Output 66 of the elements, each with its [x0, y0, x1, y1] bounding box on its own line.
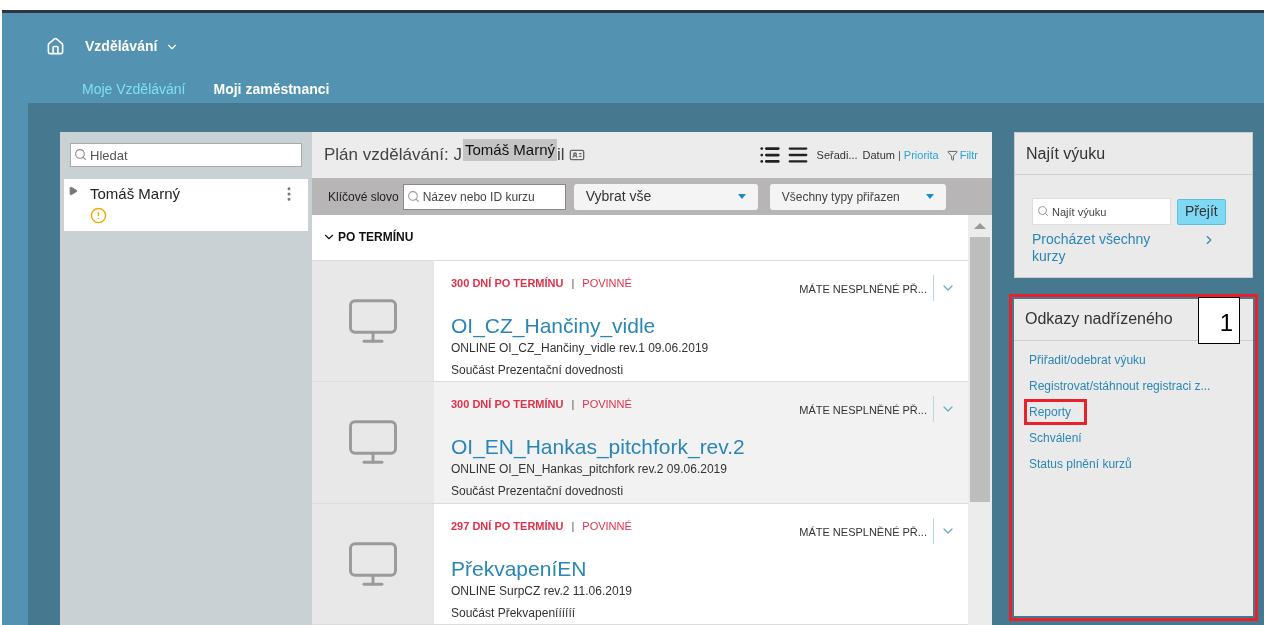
course-title[interactable]: PřekvapeníEN [451, 555, 956, 582]
expand-arrow-icon[interactable] [68, 186, 78, 196]
assignment-type-dropdown[interactable]: Všechny typy přiřazen [769, 183, 946, 210]
separator: | [571, 397, 575, 413]
sort-option[interactable]: Datum [862, 146, 895, 164]
status-label: MÁTE NESPLNĚNÉ PŘ... [799, 281, 927, 297]
search-icon [74, 148, 87, 161]
course-title[interactable]: OI_EN_Hankas_pitchfork_rev.2 [451, 434, 956, 461]
course-part-of: Součást Prezentační dovednosti [451, 483, 625, 501]
tab[interactable]: Moji zaměstnanci [213, 78, 330, 100]
keyword-label: Klíčové slovo [328, 188, 399, 206]
employee-name: Tomáš Marný [90, 184, 182, 204]
overdue-label: 297 DNÍ PO TERMÍNU [451, 518, 564, 534]
course-title[interactable]: OI_CZ_Hančiny_vidle [451, 312, 956, 340]
course-details: ONLINE OI_EN_Hankas_pitchfork rev.2 09.06.2019 [451, 461, 728, 479]
required-label: POVINNÉ [582, 397, 632, 413]
search-field[interactable]: Hledat [70, 143, 302, 167]
employee-item[interactable]: Tomáš Marný [64, 179, 308, 231]
overdue-label: 300 DNÍ PO TERMÍNU [451, 275, 564, 291]
course-row[interactable]: 300 DNÍ PO TERMÍNU | POVINNÉ MÁTE NESPLNĚNÉ PŘ... OI_EN_Hankas_pitchfork_rev.2 ONLINE OI_EN_Hankas_pitchfork rev.2 09.06.2019 Součást Prezentační dovednosti [312, 382, 968, 504]
browse-link[interactable]: Procházet všechny kurzy [1032, 231, 1182, 265]
manager-link[interactable]: Status plnění kurzů [1029, 455, 1132, 473]
course-part-of: Součást Prezentační dovednosti [451, 362, 625, 380]
scroll-thumb[interactable] [970, 237, 990, 502]
compact-view-icon[interactable] [786, 144, 809, 166]
overdue-label: 300 DNÍ PO TERMÍNU [451, 397, 564, 413]
course-row[interactable]: 300 DNÍ PO TERMÍNU | POVINNÉ MÁTE NESPLNĚNÉ PŘ... OI_CZ_Hančiny_vidle ONLINE OI_CZ_Hančiny_vidle rev.1 09.06.2019 Součást Prezentační dovednosti [312, 260, 968, 383]
name-overlay: Tomáš Marný [462, 138, 557, 162]
manager-link[interactable]: Registrovat/stáhnout registraci z... [1029, 377, 1211, 395]
tab[interactable]: Moje Vzdělávání [82, 78, 186, 100]
search-icon [1037, 205, 1049, 217]
status-label: MÁTE NESPLNĚNÉ PŘ... [799, 524, 927, 540]
plan-title-suffix: il [557, 144, 565, 167]
sort-label: Seřadi... [816, 147, 858, 163]
go-button[interactable]: Přejít [1177, 198, 1226, 225]
separator: | [571, 275, 575, 291]
manager-link[interactable]: Schválení [1029, 429, 1082, 447]
course-details: ONLINE SurpCZ rev.2 11.06.2019 [451, 582, 633, 600]
manager-link[interactable]: Přiřadit/odebrat výuku [1029, 351, 1146, 369]
filter-button[interactable]: Filtr [946, 146, 978, 164]
app-menu[interactable]: Vzdělávání [85, 36, 180, 57]
filter-icon [946, 149, 958, 161]
select-dropdown[interactable]: Vybrat vše [573, 183, 758, 210]
required-label: POVINNÉ [582, 275, 632, 291]
list-view-icon[interactable] [758, 144, 781, 166]
callout-number: 1 [1198, 297, 1240, 344]
plan-title: Plán vzdělávání: J [324, 144, 462, 167]
card-title: Najít výuku [1015, 133, 1252, 175]
search-icon [406, 189, 420, 203]
required-label: POVINNÉ [582, 518, 632, 534]
caret-icon [737, 194, 746, 199]
card-icon[interactable] [568, 147, 585, 163]
home-icon[interactable] [46, 37, 65, 56]
sort-separator: | [897, 147, 901, 163]
sort-option[interactable]: Priorita [903, 146, 939, 164]
section-header[interactable]: PO TERMÍNU [312, 215, 968, 261]
caret-icon [925, 194, 934, 199]
scroll-up-icon[interactable] [974, 223, 986, 229]
find-field[interactable]: Najít výuku [1032, 198, 1171, 225]
course-row[interactable]: 297 DNÍ PO TERMÍNU | POVINNÉ MÁTE NESPLNĚNÉ PŘ... PřekvapeníEN ONLINE SurpCZ rev.2 11.06.2019 Součást Překvapeníííííí [312, 503, 968, 625]
keyword-field[interactable]: Název nebo ID kurzu [402, 183, 566, 210]
scrollbar[interactable] [968, 215, 992, 625]
course-details: ONLINE OI_CZ_Hančiny_vidle rev.1 09.06.2019 [451, 340, 710, 358]
course-part-of: Součást Překvapeníííííí [451, 604, 577, 622]
separator: | [571, 518, 575, 534]
status-label: MÁTE NESPLNĚNÉ PŘ... [799, 403, 927, 419]
